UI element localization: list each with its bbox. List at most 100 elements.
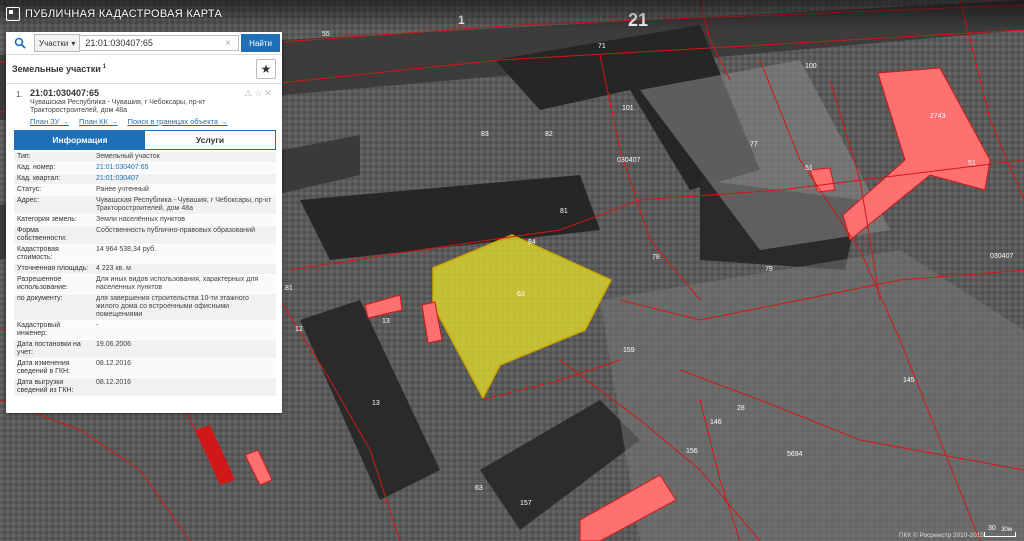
info-row: Категория земель: Земли населённых пункто… <box>14 215 276 226</box>
app-title: ПУБЛИЧНАЯ КАДАСТРОВАЯ КАРТА <box>25 8 223 20</box>
map-label: 159 <box>623 347 635 354</box>
star-icon: ★ <box>260 62 272 76</box>
info-value: Собственность публично-правовых образова… <box>96 227 255 234</box>
info-row: Тип: Земельный участок <box>14 152 276 163</box>
map-label: 5694 <box>787 451 803 458</box>
item-links: План ЗУ → План КК → Поиск в границах объ… <box>30 117 276 126</box>
favorites-button[interactable]: ★ <box>256 59 276 79</box>
item-address: Чувашская Республика - Чувашия, г Чебокс… <box>30 99 206 114</box>
map-label: 81 <box>560 208 568 215</box>
map-label: 101 <box>622 105 634 112</box>
map-label: 030407 <box>617 157 640 164</box>
info-row: Дата постановки на учет: 19.06.2006 <box>14 340 276 359</box>
plan-kk-link[interactable]: План КК → <box>79 117 118 126</box>
map-label: 100 <box>805 63 817 70</box>
item-actions[interactable]: ⚠☆✕ <box>244 88 274 99</box>
results-count: 1 <box>102 64 107 70</box>
info-value: Чувашская Республика - Чувашия, г Чебокс… <box>96 197 272 212</box>
map-label: 55 <box>322 31 330 38</box>
info-row: Кадастровая стоимость: 14 964 538,34 руб. <box>14 245 276 264</box>
map-label: 146 <box>710 419 722 426</box>
map-label: 30 <box>988 525 996 532</box>
info-key: Кад. квартал: <box>17 175 61 182</box>
info-row: Кад. номер: 21:01:030407:65 <box>14 163 276 174</box>
copyright: ПКК © Росреестр 2010-2015 <box>898 532 984 539</box>
info-row: по документу: для завершения строительств… <box>14 294 276 321</box>
info-value[interactable]: 21:01:030407:65 <box>93 163 276 173</box>
item-number: 1. <box>16 90 23 99</box>
map-label: 63 <box>475 485 483 492</box>
map-label: 51 <box>805 165 813 172</box>
map-label: 2743 <box>930 113 946 120</box>
info-row: Уточненная площадь: 4 223 кв. м <box>14 264 276 275</box>
info-key: Кадастровая стоимость: <box>17 246 59 261</box>
map-label: 63 <box>517 291 525 298</box>
search-icon[interactable] <box>10 33 30 53</box>
info-value: Ранее учтенный <box>96 186 149 193</box>
remove-icon: ✕ <box>264 88 274 98</box>
results-title: Земельные участки 1 <box>12 64 107 74</box>
info-key: Дата выгрузки сведений из ГКН: <box>17 379 74 394</box>
info-value: 19.06.2006 <box>96 341 132 348</box>
info-value: - <box>96 322 99 329</box>
list-item[interactable]: 1. ⚠☆✕ 21:01:030407:65 Чувашская Республ… <box>6 84 282 126</box>
map-label: 77 <box>750 141 758 148</box>
info-value[interactable]: 21:01:030407 <box>93 174 276 184</box>
search-type-label: Участки <box>39 38 69 48</box>
map-label: 12 <box>295 326 303 333</box>
info-value: 08.12.2016 <box>96 360 132 367</box>
tab-services[interactable]: Услуги <box>145 131 275 149</box>
info-row: Адрес: Чувашская Республика - Чувашия, г … <box>14 196 276 215</box>
logo-icon <box>6 7 20 21</box>
warning-icon: ⚠ <box>244 88 255 98</box>
map-label: 28 <box>737 405 745 412</box>
info-key: Статус: <box>17 186 42 193</box>
info-value: Для иных видов использования, характерны… <box>96 276 259 291</box>
find-button[interactable]: Найти <box>241 34 280 52</box>
info-key: Категория земель: <box>17 216 77 223</box>
map-label: 79 <box>765 266 773 273</box>
tabs: Информация Услуги <box>14 130 276 150</box>
info-value: Земли населённых пунктов <box>96 216 186 223</box>
info-key: Форма собственности: <box>17 227 67 242</box>
info-row: Кад. квартал: 21:01:030407 <box>14 174 276 185</box>
info-key: Кадастровый инженер: <box>17 322 61 337</box>
map-label: 83 <box>481 131 489 138</box>
map-label: 156 <box>686 448 698 455</box>
map-label: 51 <box>968 160 976 167</box>
info-value: 4 223 кв. м <box>96 265 131 272</box>
info-row: Разрешенное использование: Для иных видов… <box>14 275 276 294</box>
clear-icon[interactable]: × <box>225 38 237 49</box>
info-key: Дата изменения сведений в ГКН: <box>17 360 71 375</box>
map-label: 81 <box>285 285 293 292</box>
search-type-select[interactable]: Участки ▾ <box>34 34 81 52</box>
map-label: 84 <box>528 239 536 246</box>
info-value: Земельный участок <box>96 153 160 160</box>
info-value: для завершения строительства 10-ти этажн… <box>96 295 249 318</box>
map-label: 13 <box>372 400 380 407</box>
tab-info[interactable]: Информация <box>15 131 145 149</box>
plan-zu-link[interactable]: План ЗУ → <box>30 117 69 126</box>
info-key: Дата постановки на учет: <box>17 341 81 356</box>
info-table: Тип: Земельный участок Кад. номер: 21:01:03… <box>14 152 276 397</box>
app-logo[interactable]: ПУБЛИЧНАЯ КАДАСТРОВАЯ КАРТА <box>6 7 222 21</box>
map-label: 82 <box>545 131 553 138</box>
item-cadastral-id: 21:01:030407:65 <box>30 88 100 98</box>
scale-bar <box>984 532 1016 537</box>
search-row: Участки ▾ × Найти <box>6 32 282 55</box>
chevron-down-icon: ▾ <box>71 38 76 48</box>
search-in-bounds-link[interactable]: Поиск в границах объекта → <box>127 117 227 126</box>
top-bar: ПУБЛИЧНАЯ КАДАСТРОВАЯ КАРТА <box>0 0 1024 30</box>
map-label: 71 <box>598 43 606 50</box>
info-row: Дата выгрузки сведений из ГКН: 08.12.2016 <box>14 378 276 397</box>
results-panel: Участки ▾ × Найти Земельные участки1 ★ 1… <box>6 32 282 413</box>
info-key: Тип: <box>17 153 31 160</box>
info-value: 14 964 538,34 руб. <box>96 246 157 253</box>
info-value: 08.12.2016 <box>96 379 132 386</box>
info-key: Разрешенное использование: <box>17 276 68 291</box>
map-label: 157 <box>520 500 532 507</box>
info-key: Адрес: <box>17 197 39 204</box>
search-input[interactable] <box>80 35 240 51</box>
results-header: Земельные участки 1 ★ <box>6 55 282 84</box>
info-key: Кад. номер: <box>17 164 56 171</box>
